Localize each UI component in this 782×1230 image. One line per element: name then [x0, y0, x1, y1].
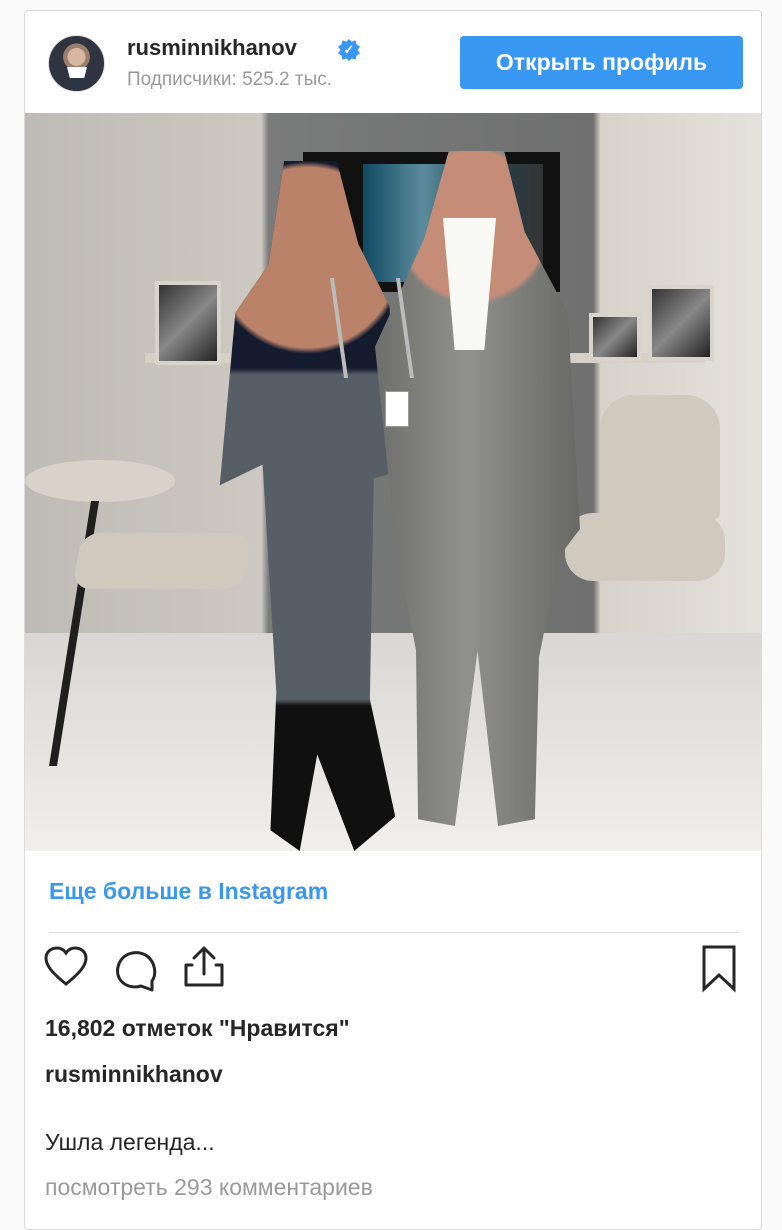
comment-icon[interactable]	[112, 946, 160, 994]
photo-table	[25, 460, 175, 502]
bookmark-icon[interactable]	[699, 943, 739, 993]
username[interactable]: rusminnikhanov	[127, 35, 297, 61]
more-on-instagram-link[interactable]: Еще больше в Instagram	[49, 878, 328, 905]
post-caption: Ушла легенда...	[45, 1129, 215, 1155]
post-photo[interactable]	[25, 113, 761, 851]
photo-picture-frame	[648, 285, 714, 361]
followers-count: Подписчики: 525.2 тыс.	[127, 69, 333, 90]
post-header: rusminnikhanov ✓ Подписчики: 525.2 тыс. …	[25, 11, 761, 113]
post-author[interactable]: rusminnikhanov	[45, 1061, 223, 1088]
photo-picture-frame	[589, 313, 641, 361]
share-icon[interactable]	[180, 943, 228, 991]
photo-chair	[72, 533, 252, 589]
photo-picture-frame	[155, 281, 221, 365]
avatar[interactable]	[48, 35, 105, 92]
divider	[49, 932, 739, 933]
heart-icon[interactable]	[42, 943, 90, 991]
photo-chair	[600, 395, 720, 520]
view-comments-link[interactable]: посмотреть 293 комментариев	[45, 1174, 373, 1201]
photo-floor	[25, 633, 761, 851]
open-profile-button[interactable]: Открыть профиль	[460, 36, 743, 89]
photo-chair	[565, 513, 725, 581]
instagram-embed-card: rusminnikhanov ✓ Подписчики: 525.2 тыс. …	[24, 10, 762, 1230]
photo-badge	[385, 391, 409, 427]
likes-count[interactable]: 16,802 отметок "Нравится"	[45, 1015, 350, 1042]
photo-lanyard	[329, 278, 415, 378]
verified-icon: ✓	[338, 39, 360, 61]
